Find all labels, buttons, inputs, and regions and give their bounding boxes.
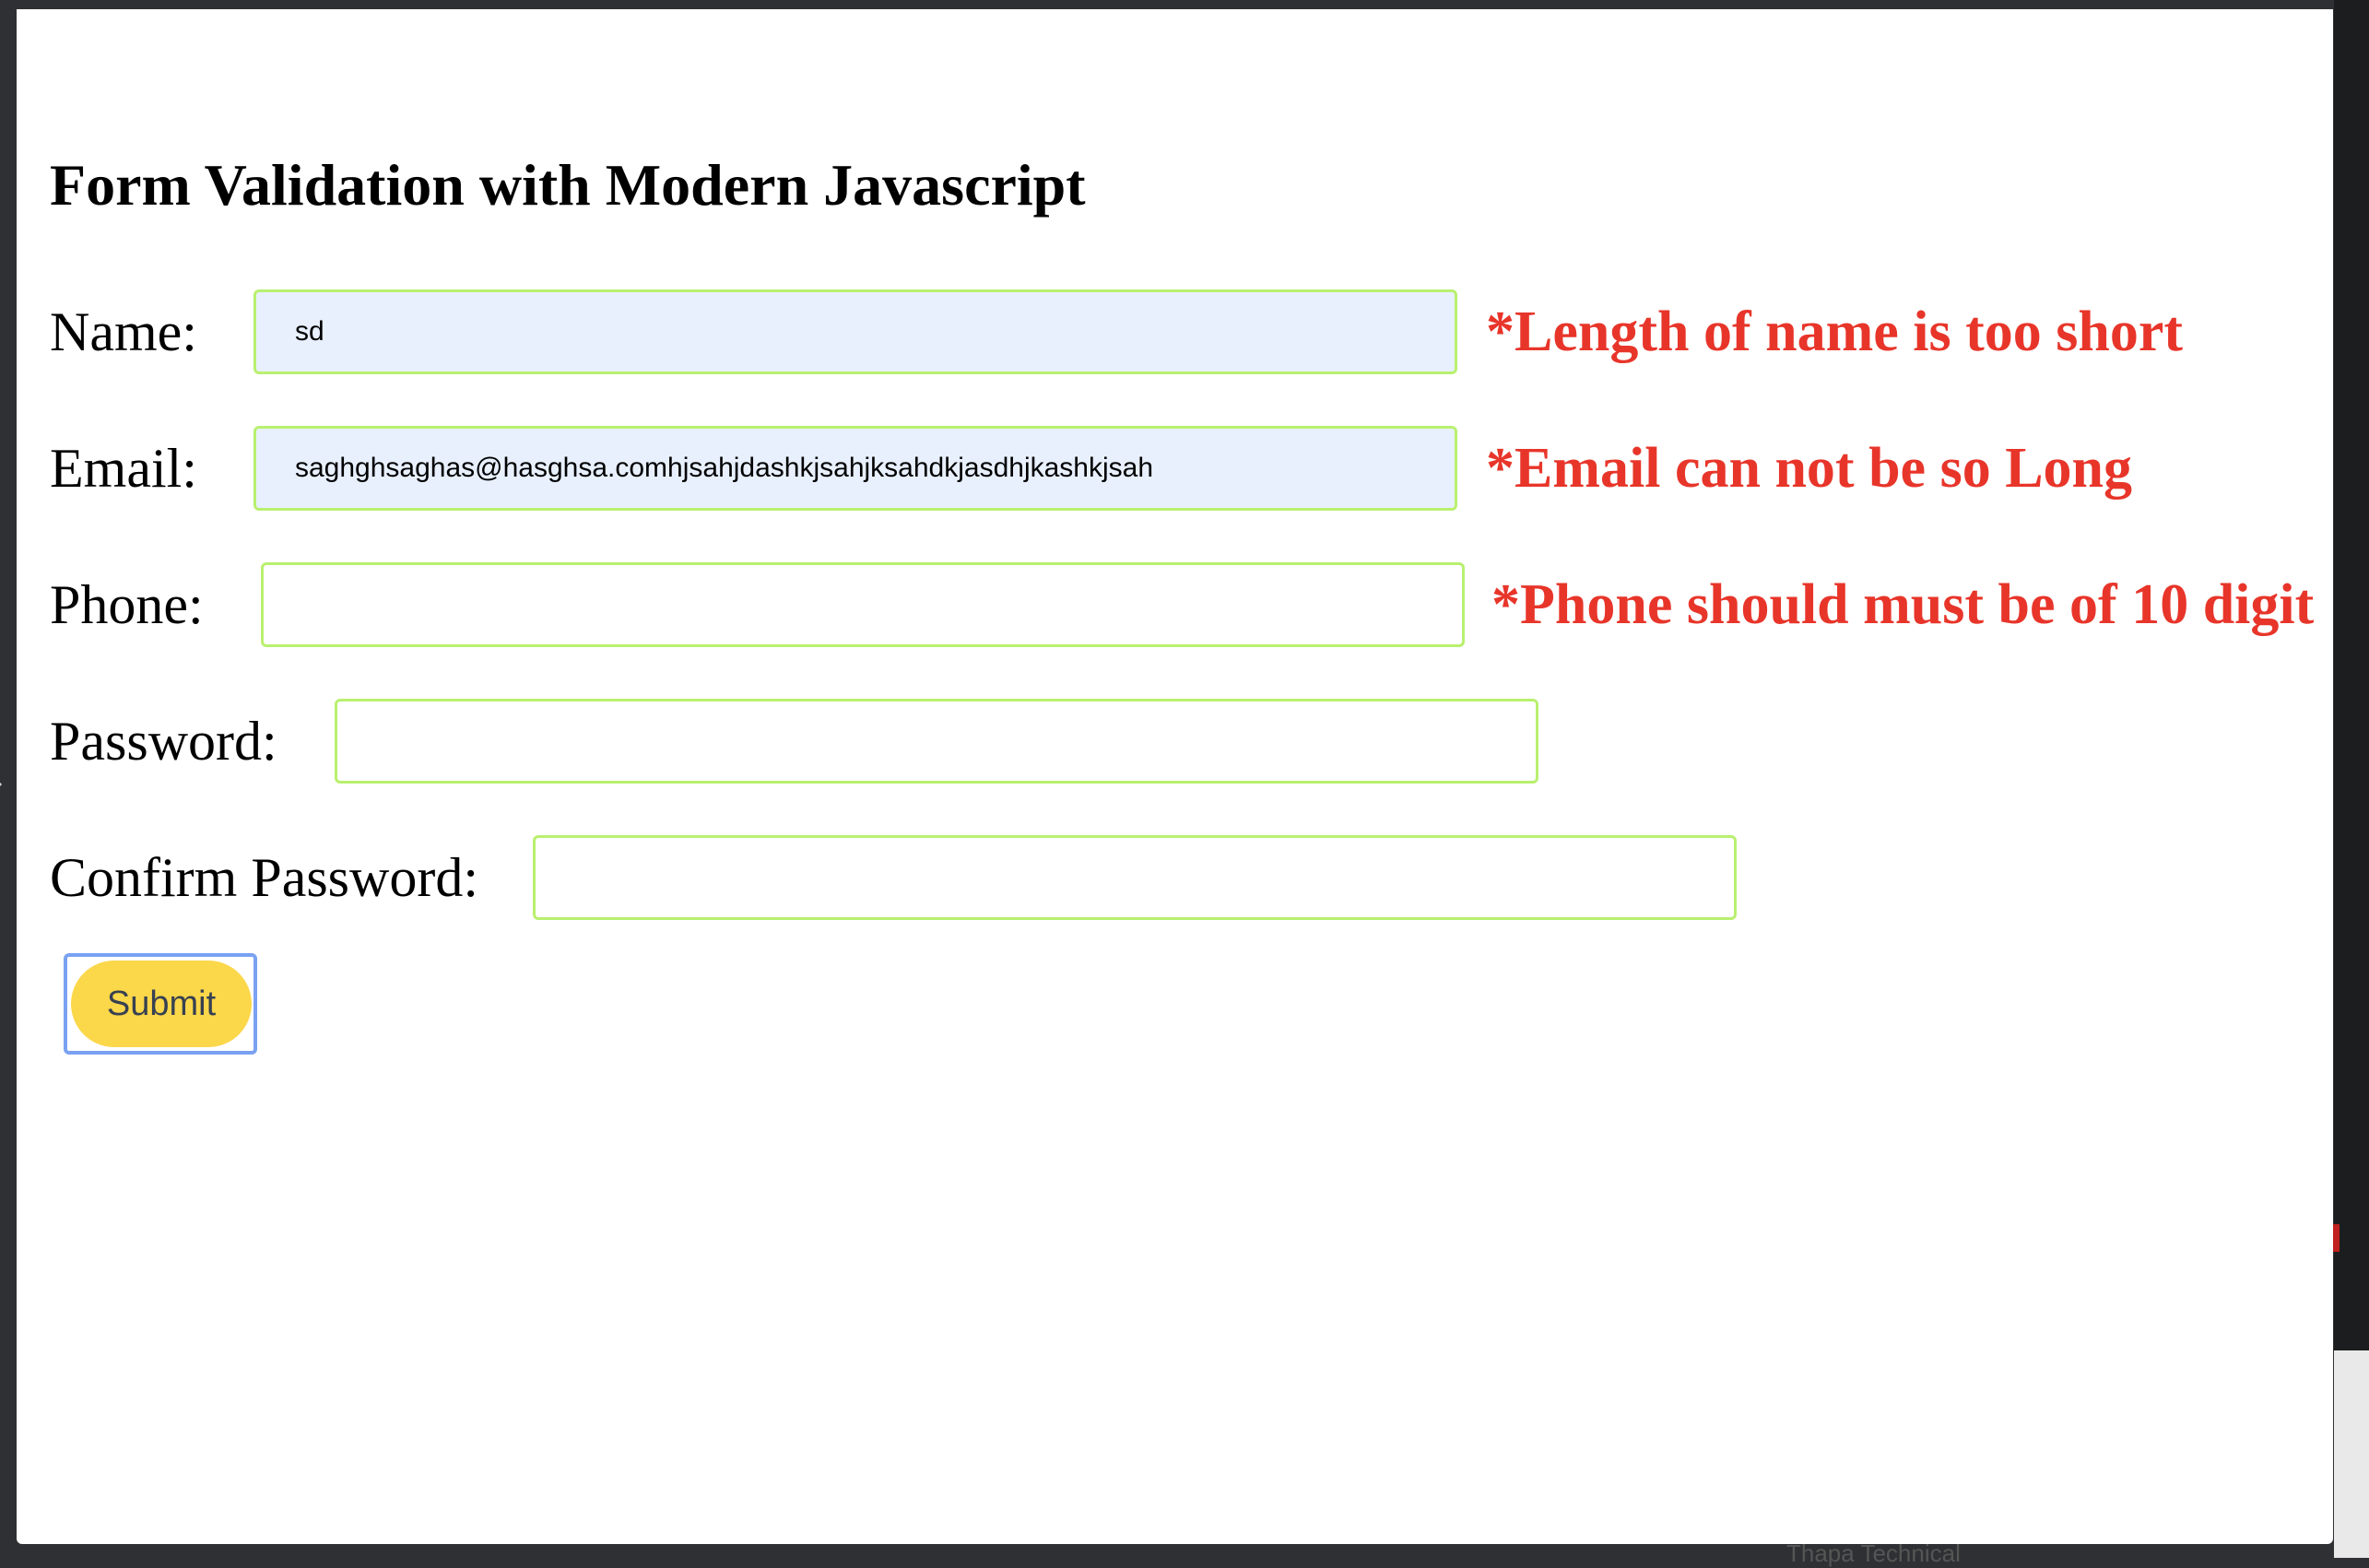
background-window-panel [2334, 1350, 2369, 1558]
email-label: Email: [50, 438, 197, 499]
name-error: *Length of name is too short [1486, 301, 2184, 363]
email-error: *Email can not be so Long [1486, 437, 2133, 500]
name-input[interactable] [253, 289, 1457, 374]
page-title: Form Validation with Modern Javascript [50, 152, 1086, 218]
name-label: Name: [50, 301, 197, 362]
confirm-password-label: Confirm Password: [50, 847, 478, 908]
phone-error: *Phone should must be of 10 digit [1491, 573, 2315, 636]
email-input[interactable] [253, 426, 1457, 511]
phone-input[interactable] [261, 562, 1465, 647]
chevron-right-icon[interactable]: › [0, 771, 4, 796]
phone-label: Phone: [50, 574, 204, 635]
submit-button[interactable]: Submit [71, 961, 252, 1047]
background-window-edge [2334, 0, 2369, 1558]
confirm-password-input[interactable] [533, 835, 1737, 920]
password-input[interactable] [335, 699, 1538, 784]
password-label: Password: [50, 711, 277, 772]
browser-window: Form Validation with Modern Javascript N… [17, 9, 2333, 1544]
